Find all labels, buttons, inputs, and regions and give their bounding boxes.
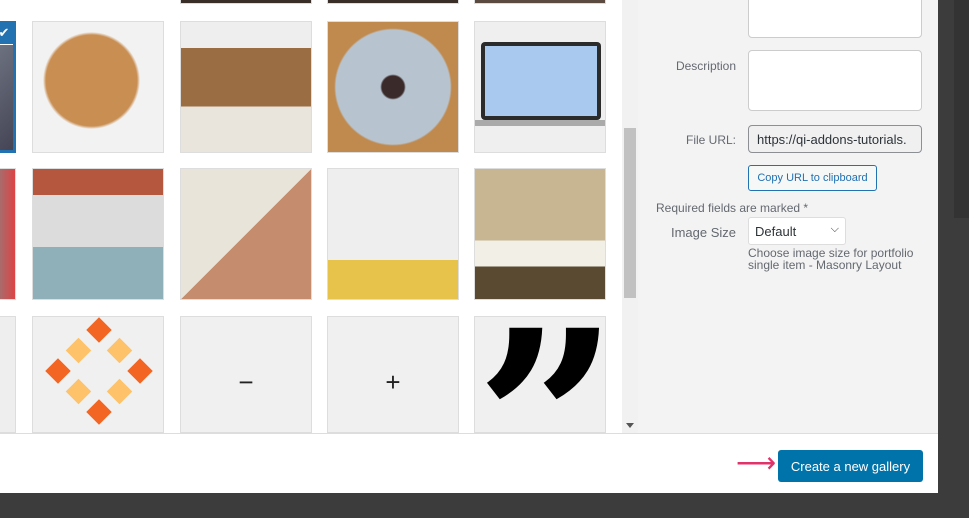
media-tile-plate[interactable] — [327, 21, 459, 153]
check-icon[interactable]: ✔ — [0, 24, 13, 44]
media-tile-quote[interactable]: ” — [474, 316, 606, 433]
media-tile-laptop[interactable] — [474, 21, 606, 153]
attachment-details: Description File URL: https://qi-addons-… — [638, 0, 938, 433]
diamond-logo-icon — [45, 317, 153, 425]
media-tile-room[interactable] — [327, 168, 459, 300]
file-url-input[interactable]: https://qi-addons-tutorials. — [748, 125, 922, 153]
media-modal: ✔ − + ” Description File URL: https://qi… — [0, 0, 938, 493]
media-tile-selected[interactable]: ✔ — [0, 21, 16, 153]
media-tile-plus[interactable]: + — [327, 316, 459, 433]
page-scrollbar[interactable] — [954, 0, 969, 218]
media-tile-bowl[interactable] — [474, 168, 606, 300]
media-tile-meeting[interactable] — [32, 168, 164, 300]
chevron-down-icon: ⌵ — [830, 223, 839, 235]
file-url-label: File URL: — [685, 133, 736, 147]
arrow-right-icon: ⟶ — [736, 447, 777, 478]
media-tile[interactable] — [327, 0, 459, 4]
modal-footer: ⟶ Create a new gallery — [0, 433, 938, 493]
media-tile[interactable] — [180, 0, 312, 4]
media-tile-minus[interactable]: − — [180, 316, 312, 433]
create-gallery-button[interactable]: Create a new gallery — [778, 450, 923, 482]
media-tile-logo[interactable] — [32, 316, 164, 433]
caption-textarea[interactable] — [748, 0, 922, 38]
media-tile-jars[interactable] — [180, 21, 312, 153]
image-size-value: Default — [755, 224, 797, 239]
media-tile-cake[interactable] — [32, 21, 164, 153]
media-tile-coffee-bag[interactable] — [180, 168, 312, 300]
plus-icon: + — [385, 366, 401, 397]
minus-icon: − — [238, 366, 254, 397]
media-tile[interactable] — [474, 0, 606, 4]
scroll-down-icon[interactable] — [626, 423, 634, 428]
image-size-label: Image Size — [670, 225, 736, 240]
description-label: Description — [675, 59, 736, 73]
image-size-help: Choose image size for portfolio single i… — [748, 246, 914, 272]
media-grid: ✔ − + ” — [0, 0, 622, 433]
scrollbar-thumb[interactable] — [624, 128, 636, 298]
media-tile[interactable] — [0, 316, 16, 433]
quote-icon: ” — [475, 317, 605, 432]
required-note: Required fields are marked * — [656, 201, 809, 215]
description-textarea[interactable] — [748, 50, 922, 111]
copy-url-button[interactable]: Copy URL to clipboard — [748, 165, 877, 191]
image-size-select[interactable]: Default ⌵ — [748, 217, 846, 245]
grid-scrollbar[interactable] — [622, 0, 638, 433]
media-tile[interactable] — [0, 168, 16, 300]
